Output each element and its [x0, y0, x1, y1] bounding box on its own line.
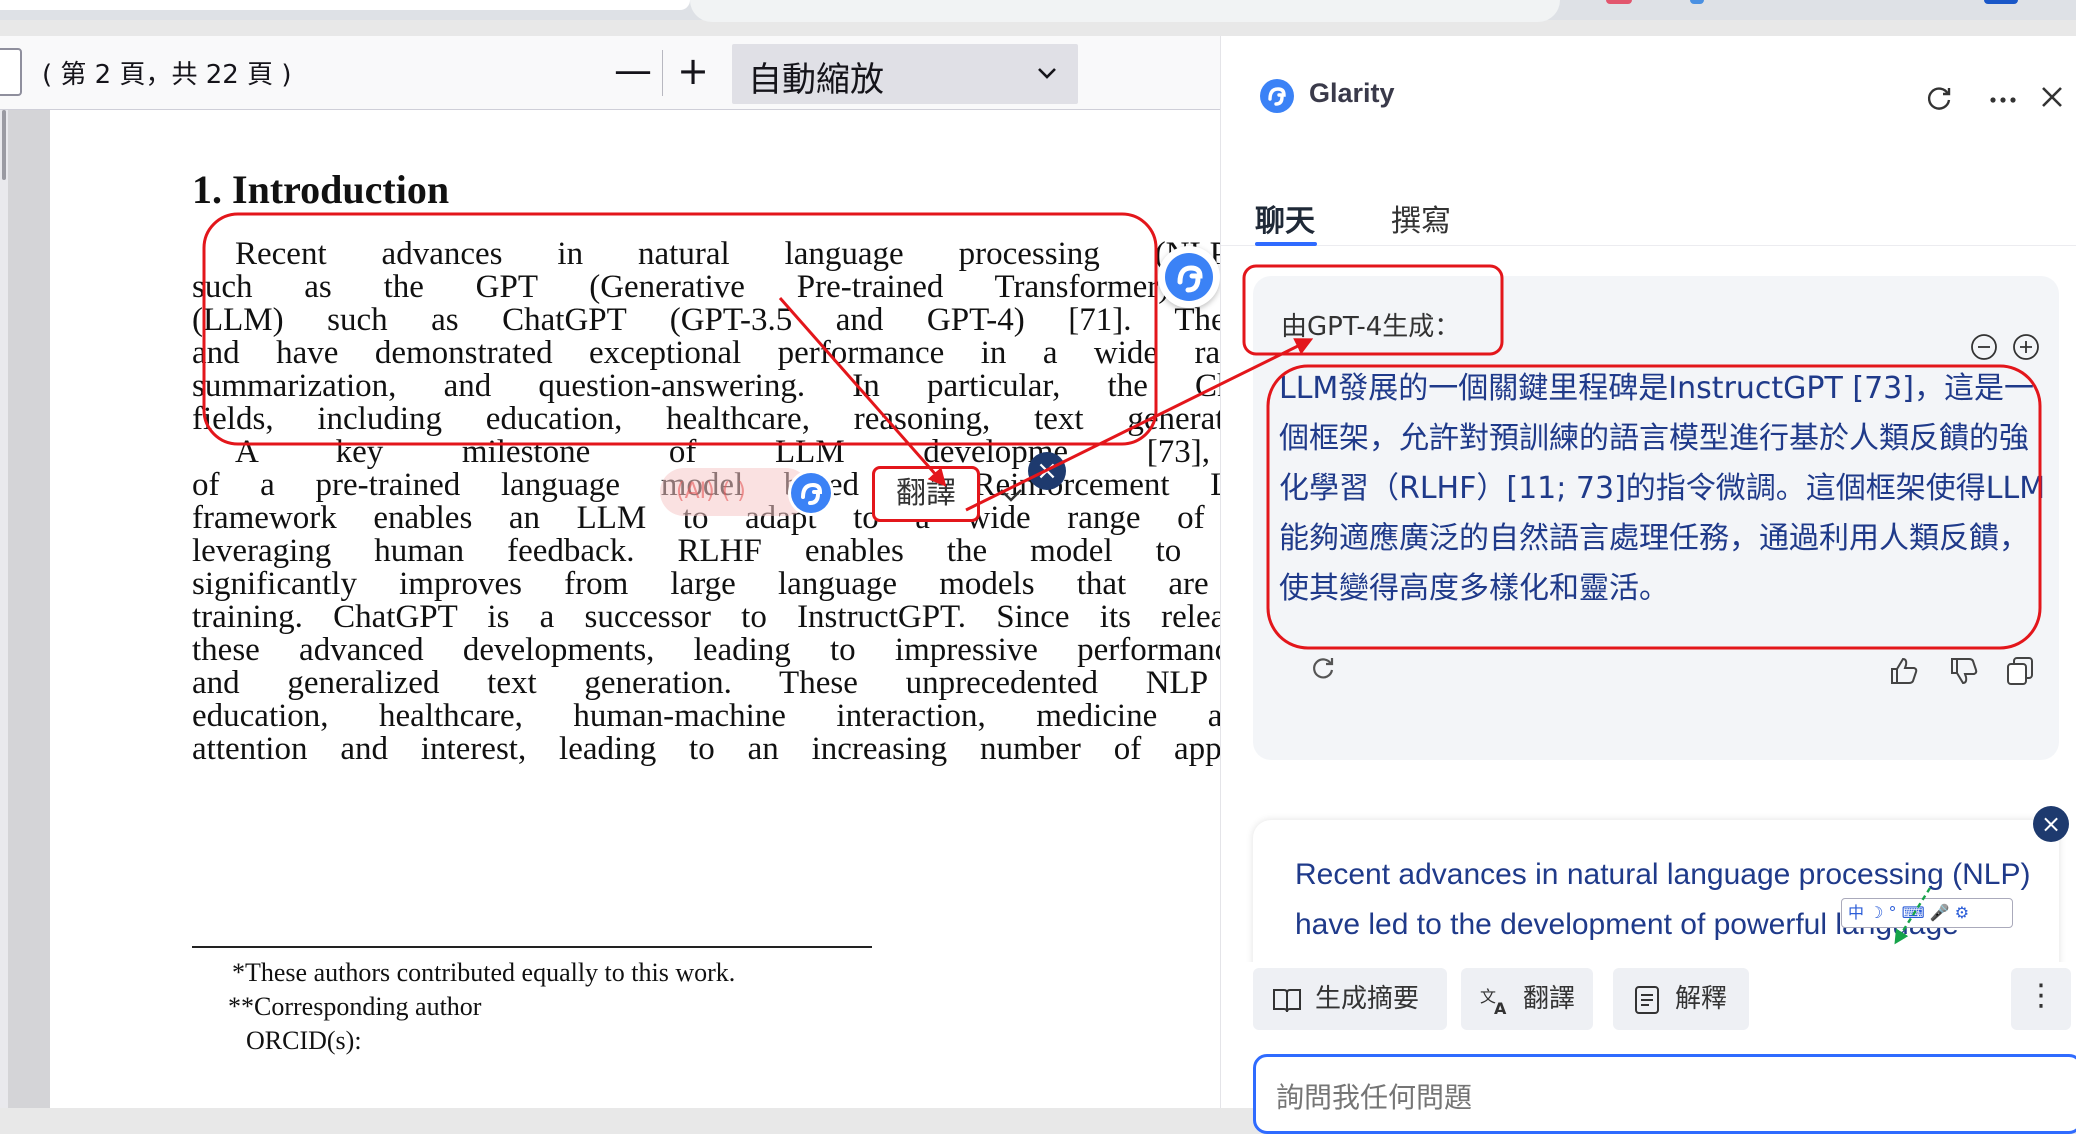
text-line[interactable]: and have demonstrated exceptional perfor… — [192, 335, 1220, 372]
svg-text:A: A — [1494, 999, 1507, 1016]
regenerate-icon[interactable] — [1307, 652, 1339, 684]
extension-icon[interactable] — [1690, 0, 1704, 4]
text-line[interactable]: such as the GPT (Generative Pre-trained … — [192, 269, 1220, 306]
text-line[interactable]: significantly improves from large langua… — [192, 566, 1220, 603]
glarity-floating-button[interactable] — [1158, 246, 1220, 308]
text-line[interactable]: fields, including education, healthcare,… — [192, 401, 1220, 438]
text-line[interactable]: education, healthcare, human-machine int… — [192, 698, 1220, 735]
extension-icon[interactable] — [1606, 0, 1632, 4]
close-selection-toolbar-button[interactable]: × — [1028, 452, 1066, 490]
glarity-logo-icon — [1165, 253, 1213, 301]
pdf-toolbar: ( 第 2 頁，共 22 頁 ) — + 自動縮放 — [0, 36, 1220, 110]
glarity-icon[interactable] — [788, 470, 834, 516]
collapse-icon[interactable] — [1969, 332, 1999, 362]
page-number-input[interactable] — [0, 48, 22, 96]
summarize-button[interactable]: 生成摘要 — [1253, 968, 1447, 1030]
text-line[interactable]: these advanced developments, leading to … — [192, 632, 1220, 669]
quick-action-bar: 生成摘要 文 A 翻譯 解釋 ⋮ — [1221, 962, 2076, 1042]
reply-source-label: 由GPT-4生成： — [1281, 312, 1461, 342]
copy-icon[interactable] — [2003, 654, 2037, 688]
remove-quote-button[interactable]: × — [2033, 806, 2069, 842]
footnote-divider — [192, 946, 872, 948]
text-line[interactable]: Recent advances in natural language proc… — [235, 236, 1220, 273]
document-icon — [1635, 986, 1659, 1014]
summarize-label: 生成摘要 — [1315, 984, 1420, 1014]
footnote: *These authors contributed equally to th… — [232, 958, 736, 987]
text-line[interactable]: (LLM) such as ChatGPT (GPT-3.5 and GPT-4… — [192, 302, 1220, 339]
ask-input[interactable] — [1276, 1077, 2056, 1117]
page-indicator: ( 第 2 頁，共 22 頁 ) — [42, 60, 292, 90]
section-heading: 1. Introduction — [192, 167, 450, 212]
panel-header: Glarity — [1221, 36, 2076, 126]
zoom-select[interactable]: 自動縮放 — [732, 44, 1078, 104]
footnote: **Corresponding author — [228, 992, 482, 1021]
glarity-side-panel: Glarity 聊天 撰寫 由GPT-4生成： LLM發展的一個關鍵里程碑是In… — [1220, 36, 2076, 1134]
text-line[interactable]: and generalized text generation. These u… — [192, 665, 1220, 702]
zoom-in-button[interactable]: + — [672, 50, 714, 94]
footnote: ORCID(s): — [246, 1026, 362, 1055]
text-line[interactable]: leveraging human feedback. RLHF enables … — [192, 533, 1220, 570]
selection-toolbar: (AI) ( ) 翻譯 — [660, 458, 1040, 528]
explain-label: 解釋 — [1675, 984, 1728, 1014]
translate-action-button[interactable]: 文 A 翻譯 — [1461, 968, 1593, 1030]
panel-title: Glarity — [1309, 78, 1395, 108]
browser-tab-strip — [0, 0, 2076, 22]
glarity-logo-icon — [1260, 79, 1294, 113]
reply-text[interactable]: LLM發展的一個關鍵里程碑是InstructGPT [73]，這是一個框架，允許… — [1279, 364, 2049, 614]
toolbar-divider — [662, 50, 663, 96]
pdf-viewer[interactable]: 1. Introduction Recent advances in natur… — [0, 110, 1220, 1108]
translate-icon: 文 A — [1480, 987, 1507, 1016]
tab-chat[interactable]: 聊天 — [1255, 196, 1315, 240]
thumbs-up-icon[interactable] — [1887, 654, 1921, 688]
refresh-icon[interactable] — [1923, 82, 1955, 114]
translate-button[interactable]: 翻譯 — [872, 466, 980, 522]
panel-tabs: 聊天 撰寫 — [1221, 156, 2076, 246]
book-icon — [1273, 989, 1301, 1013]
expand-icon[interactable] — [2011, 332, 2041, 362]
close-icon[interactable] — [2037, 82, 2067, 112]
pdf-page: 1. Introduction Recent advances in natur… — [50, 110, 1220, 1108]
thumbs-down-icon[interactable] — [1947, 654, 1981, 688]
ask-input-box[interactable] — [1253, 1054, 2076, 1134]
more-actions-button[interactable]: ⋮ — [2011, 968, 2071, 1030]
translate-label: 翻譯 — [1523, 984, 1576, 1014]
zoom-out-button[interactable]: — — [612, 50, 654, 94]
tab-write[interactable]: 撰寫 — [1391, 196, 1451, 240]
text-line[interactable]: attention and interest, leading to an in… — [192, 731, 1220, 768]
zoom-select-value: 自動縮放 — [748, 60, 884, 100]
more-options-icon[interactable] — [1987, 88, 2019, 112]
text-line[interactable]: summarization, and question-answering. I… — [192, 368, 1220, 405]
chevron-down-icon[interactable] — [996, 480, 1026, 510]
profile-avatar[interactable] — [1984, 0, 2018, 4]
scrollbar-thumb[interactable] — [2, 110, 6, 180]
chat-area[interactable]: 由GPT-4生成： LLM發展的一個關鍵里程碑是InstructGPT [73]… — [1221, 246, 2076, 1020]
browser-tab[interactable] — [0, 0, 690, 10]
chevron-down-icon — [1038, 68, 1056, 79]
sidebar-scrollbar[interactable] — [0, 110, 8, 1108]
ime-toolbar[interactable]: 中 ☽ ° ⌨ 🎤 ⚙ — [1841, 898, 2013, 928]
text-line[interactable]: training. ChatGPT is a successor to Inst… — [192, 599, 1220, 636]
browser-tab-active[interactable] — [690, 0, 1560, 22]
explain-button[interactable]: 解釋 — [1613, 968, 1749, 1030]
